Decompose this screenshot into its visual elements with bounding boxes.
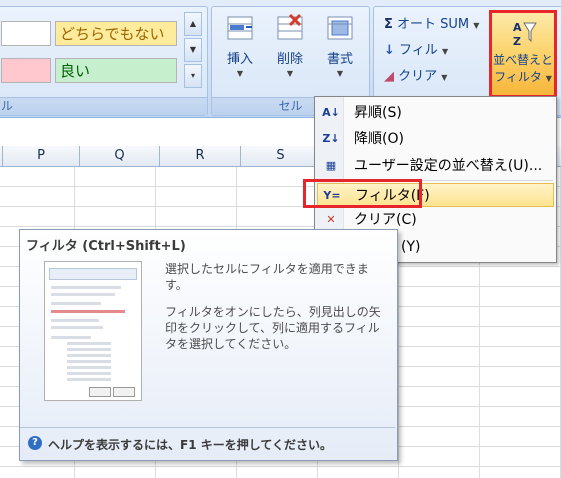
filter-tooltip: フィルタ (Ctrl+Shift+L) 選択したセルにフィルタを適用できます。 …: [19, 229, 398, 461]
fill-button[interactable]: ↓ フィル ▼: [384, 40, 448, 62]
fill-down-icon: ↓: [384, 43, 395, 58]
svg-text:A: A: [513, 21, 522, 34]
styles-group-label: ル: [0, 97, 207, 115]
tooltip-description-1: 選択したセルにフィルタを適用できます。: [165, 262, 369, 292]
sort-filter-button[interactable]: AZ 並べ替えと フィルタ ▼: [489, 10, 557, 98]
fill-arrow: ▼: [441, 47, 449, 56]
insert-button[interactable]: 挿入 ▼: [216, 12, 264, 78]
tooltip-title: フィルタ (Ctrl+Shift+L): [26, 239, 186, 254]
filter-highlight-box: [303, 179, 422, 208]
sort-desc-icon: Z↓: [322, 132, 340, 145]
help-icon: ?: [28, 436, 42, 450]
menu-item-sort-desc[interactable]: Z↓ 降順(O): [317, 127, 554, 151]
style-neutral[interactable]: どちらでもない: [55, 21, 177, 46]
delete-icon: [274, 12, 306, 44]
column-header-s[interactable]: S: [241, 146, 321, 166]
delete-button[interactable]: 削除 ▼: [266, 12, 314, 78]
scroll-down-button[interactable]: ▼: [184, 38, 202, 62]
sort-filter-icon: AZ: [507, 19, 539, 49]
style-good[interactable]: 良い: [55, 58, 177, 83]
menu-item-sort-asc[interactable]: A↓ 昇順(S): [317, 101, 554, 125]
styles-scroll: ▲ ▼ ▾: [184, 12, 202, 90]
format-icon: [324, 12, 356, 44]
clear-arrow: ▼: [441, 73, 448, 82]
sort-asc-icon: A↓: [322, 106, 340, 119]
sort-filter-arrow: ▼: [545, 74, 552, 83]
menu-item-custom-sort[interactable]: ▦ ユーザー設定の並べ替え(U)...: [317, 154, 554, 178]
tooltip-footer: ? ヘルプを表示するには、F1 キーを押してください。: [20, 427, 395, 460]
style-bad[interactable]: [1, 58, 51, 83]
styles-group: どちらでもない 良い ル: [0, 6, 208, 116]
column-header-r[interactable]: R: [160, 146, 241, 166]
column-header-p[interactable]: P: [3, 146, 80, 166]
more-styles-button[interactable]: ▾: [184, 64, 202, 88]
custom-sort-icon: ▦: [325, 159, 337, 172]
format-arrow: ▼: [336, 69, 344, 78]
column-header-q[interactable]: Q: [80, 146, 160, 166]
scroll-up-button[interactable]: ▲: [184, 12, 202, 36]
sigma-icon: Σ: [384, 17, 393, 32]
format-button[interactable]: 書式 ▼: [316, 12, 364, 78]
delete-arrow: ▼: [286, 69, 294, 78]
clear-button[interactable]: ◢ クリア ▼: [384, 66, 447, 88]
insert-arrow: ▼: [236, 69, 244, 78]
filter-preview-image: [44, 261, 142, 401]
style-blank[interactable]: [1, 21, 51, 46]
insert-icon: [224, 12, 256, 44]
svg-text:Z: Z: [513, 35, 521, 48]
tooltip-description-2: フィルタをオンにしたら、列見出しの矢印をクリックして、列に適用するフィルタを選択…: [165, 305, 381, 351]
autosum-button[interactable]: Σ オート SUM ▼: [384, 14, 479, 36]
eraser-icon: ◢: [384, 69, 394, 84]
autosum-arrow: ▼: [473, 21, 480, 30]
clear-filter-icon: ✕: [326, 213, 336, 226]
